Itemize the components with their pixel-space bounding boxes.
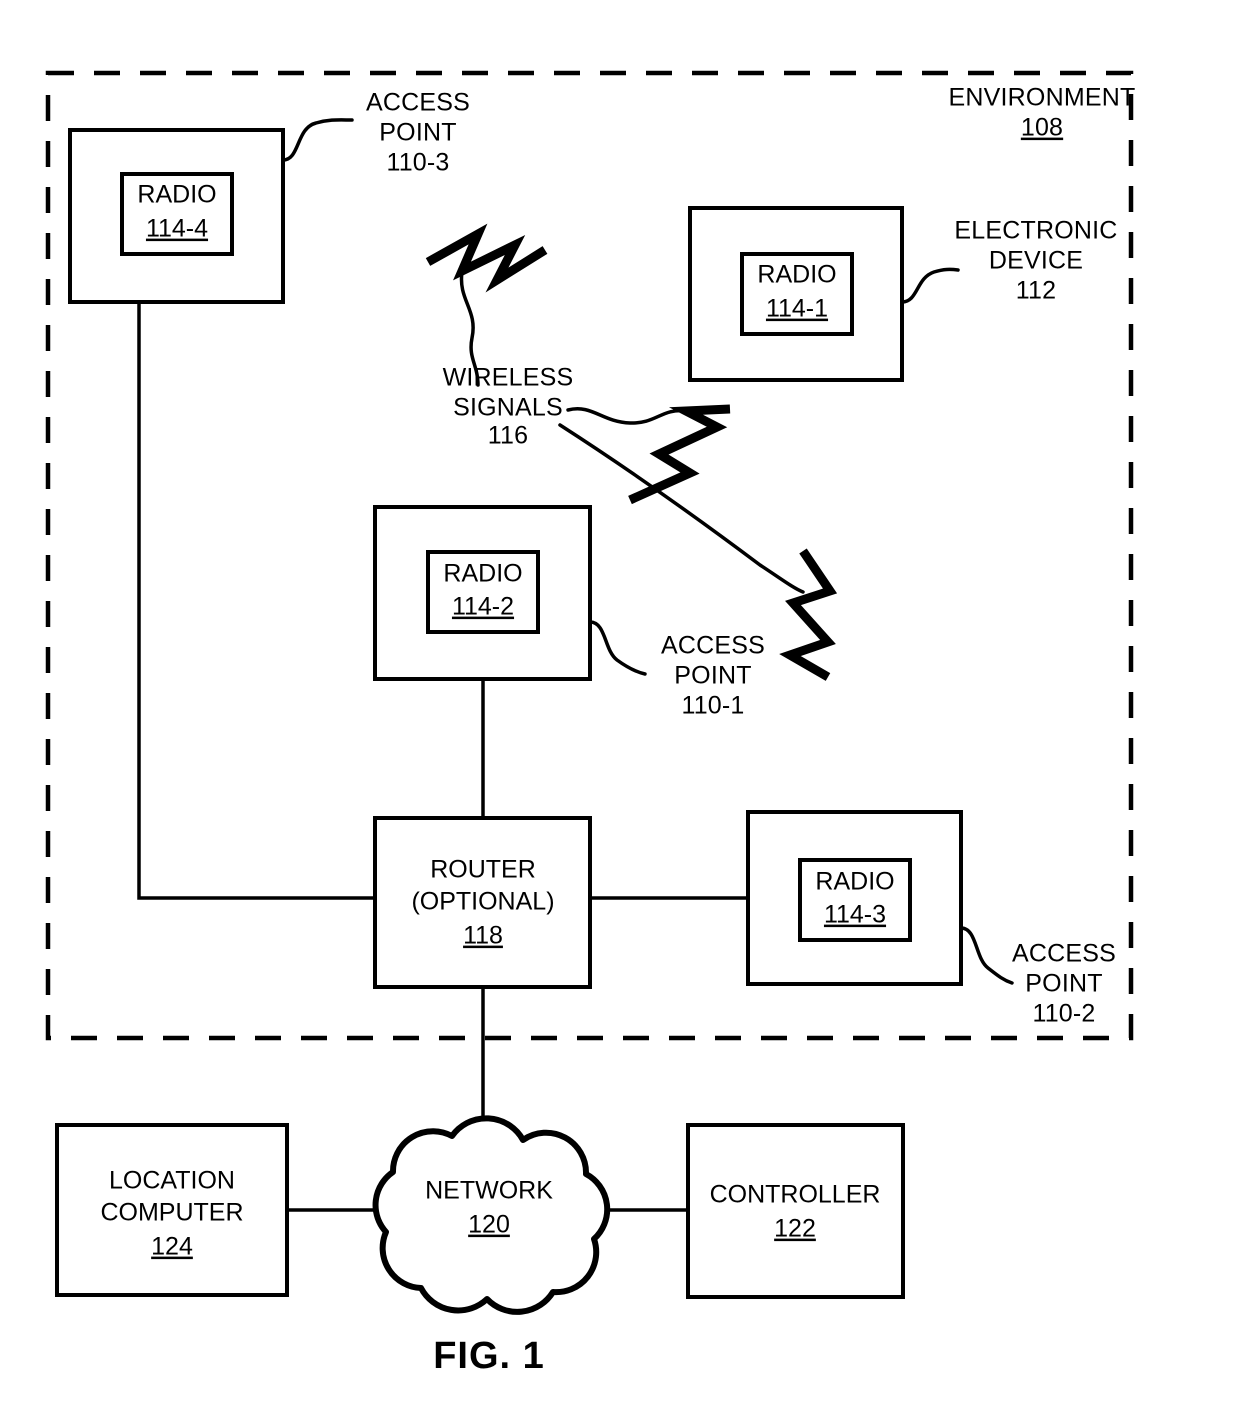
environment-ref: 108 (1021, 114, 1063, 142)
radio-114-2-label: RADIO (443, 560, 522, 588)
access-point-110-2-leader (959, 926, 1014, 985)
access-point-110-2-label-line1: ACCESS (1012, 940, 1116, 968)
radio-114-1-ref: 114-1 (766, 295, 828, 323)
wireless-bolt-upper (425, 223, 548, 293)
access-point-110-2-ref: 110-2 (1032, 1000, 1095, 1028)
router-118-label-line2: (OPTIONAL) (411, 888, 554, 916)
radio-114-4-label: RADIO (137, 181, 216, 209)
location-computer-124-label-line1: LOCATION (109, 1167, 235, 1195)
wireless-bolt-lower (779, 548, 838, 681)
controller-122-box[interactable] (686, 1123, 905, 1299)
access-point-110-1-label-line2: POINT (674, 662, 751, 690)
controller-122[interactable]: CONTROLLER 122 (686, 1123, 905, 1299)
electronic-device-112-label-line2: DEVICE (989, 247, 1083, 275)
access-point-110-1[interactable]: RADIO 114-2 ACCESS POINT 110-1 (373, 505, 765, 720)
wireless-signals-label-line2: SIGNALS (453, 394, 563, 422)
radio-114-4-ref: 114-4 (146, 215, 208, 243)
access-point-110-1-leader (588, 620, 647, 676)
radio-114-2-ref: 114-2 (452, 593, 514, 621)
access-point-110-3-label-line2: POINT (379, 119, 456, 147)
electronic-device-112-leader (900, 267, 960, 304)
router-118-ref: 118 (463, 922, 503, 950)
controller-122-label: CONTROLLER (710, 1181, 881, 1209)
location-computer-124-label-line2: COMPUTER (100, 1199, 243, 1227)
environment-label-text: ENVIRONMENT (949, 84, 1136, 112)
access-point-110-3-leader (281, 118, 354, 162)
access-point-110-2[interactable]: RADIO 114-3 ACCESS POINT 110-2 (746, 810, 1116, 1028)
radio-114-3-label: RADIO (815, 868, 894, 896)
network-120-label: NETWORK (425, 1177, 553, 1205)
controller-122-ref: 122 (774, 1215, 816, 1243)
router-118-label-line1: ROUTER (430, 856, 536, 884)
figure-canvas: RADIO 114-4 ACCESS POINT 110-3 ENVIRONME… (0, 0, 1240, 1423)
radio-114-1-label: RADIO (757, 261, 836, 289)
radio-114-3-ref: 114-3 (824, 901, 886, 929)
wire-ap110-3-to-router (137, 300, 377, 900)
router-118[interactable]: ROUTER (OPTIONAL) 118 (373, 816, 592, 989)
wireless-signals-leader-lower (558, 423, 805, 594)
access-point-110-2-label-line2: POINT (1025, 970, 1102, 998)
access-point-110-1-ref: 110-1 (681, 692, 744, 720)
figure-caption: FIG. 1 (433, 1335, 545, 1377)
electronic-device-112-ref: 112 (1016, 277, 1056, 305)
wireless-signals-label-line1: WIRELESS (443, 364, 574, 392)
wireless-signals-ref: 116 (488, 422, 528, 450)
network-120-ref: 120 (468, 1211, 510, 1239)
electronic-device-112-label-line1: ELECTRONIC (954, 217, 1117, 245)
access-point-110-3-label-line1: ACCESS (366, 89, 470, 117)
location-computer-124-ref: 124 (151, 1233, 193, 1261)
wireless-signals-leader-middle (566, 407, 688, 425)
electronic-device-112[interactable]: RADIO 114-1 ELECTRONIC DEVICE 112 (688, 206, 1118, 382)
environment-label: ENVIRONMENT 108 (949, 84, 1136, 142)
network-120[interactable]: NETWORK 120 (372, 1115, 611, 1315)
access-point-110-3-ref: 110-3 (386, 149, 449, 177)
access-point-110-3[interactable]: RADIO 114-4 ACCESS POINT 110-3 (68, 89, 470, 304)
location-computer-124[interactable]: LOCATION COMPUTER 124 (55, 1123, 289, 1297)
access-point-110-1-label-line1: ACCESS (661, 632, 765, 660)
patent-figure-1: RADIO 114-4 ACCESS POINT 110-3 ENVIRONME… (45, 70, 1136, 1377)
